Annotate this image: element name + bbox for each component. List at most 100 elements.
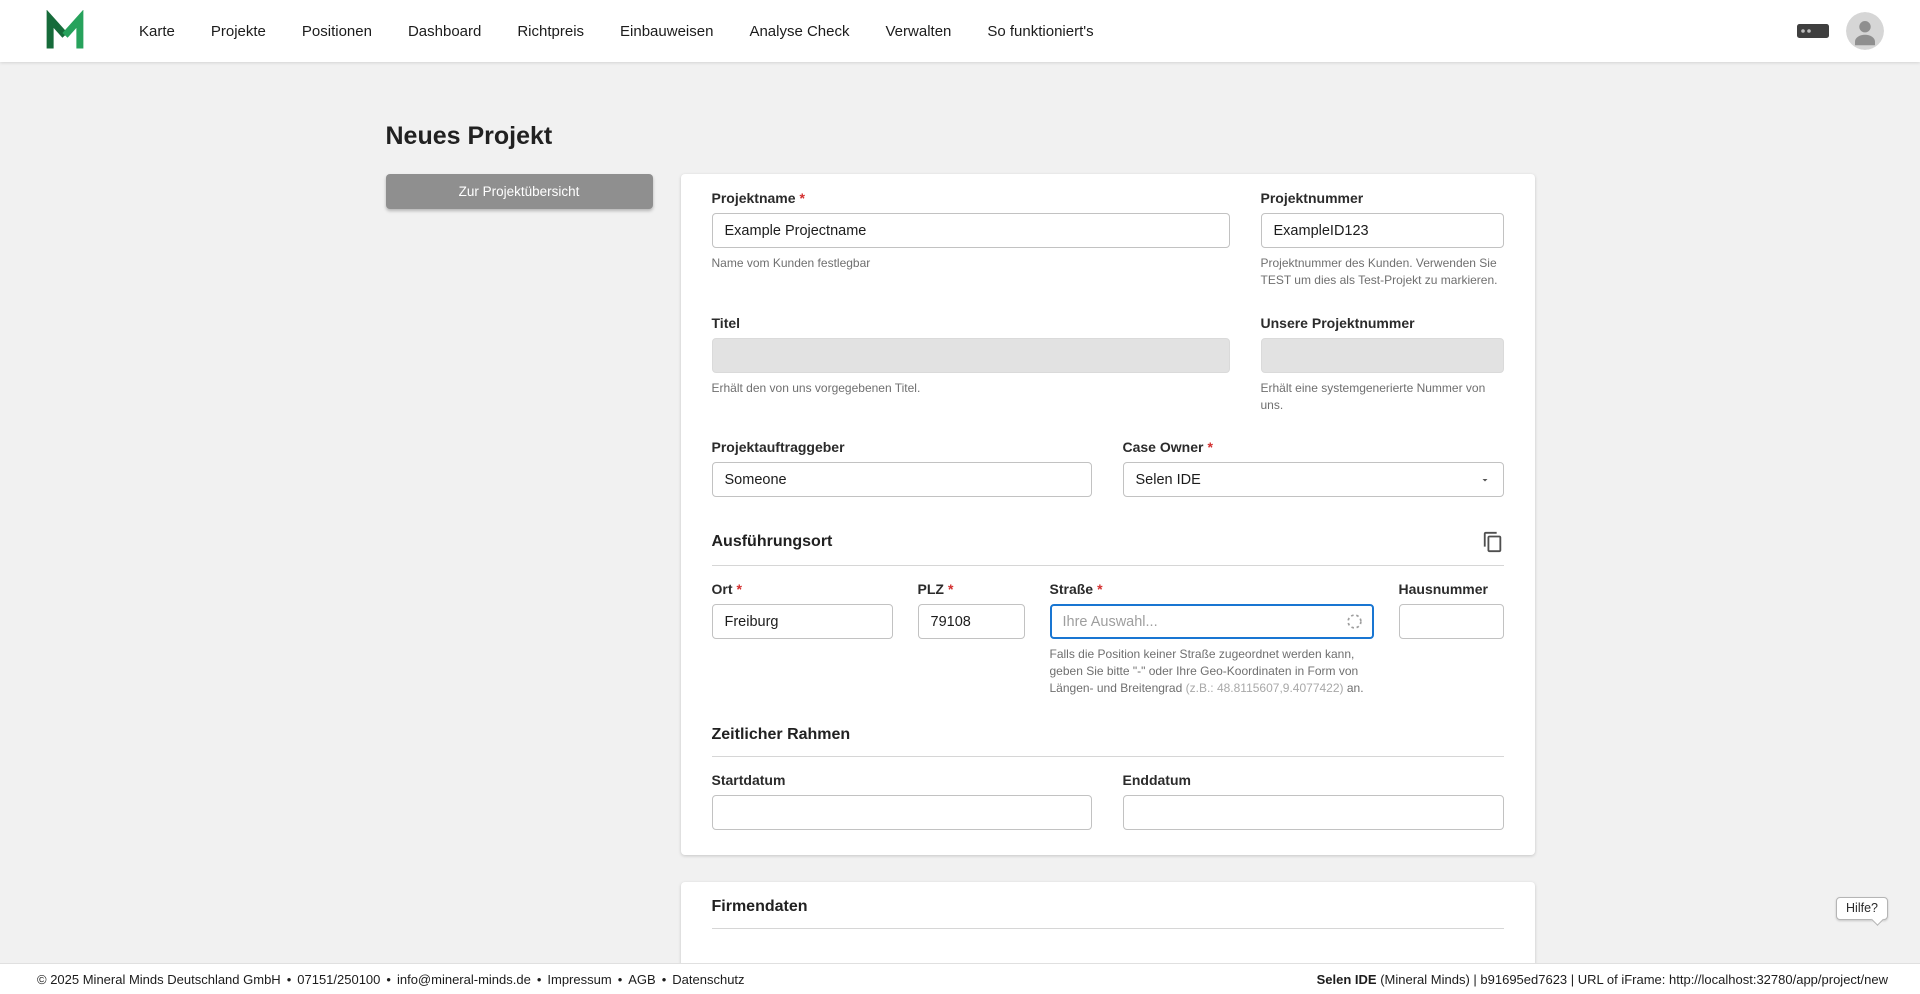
field-strasse: Straße* Falls die Position keiner Straße… [1050, 581, 1374, 697]
footer-separator: • [386, 972, 391, 987]
footer-left: © 2025 Mineral Minds Deutschland GmbH • … [37, 972, 745, 987]
projektname-helper: Name vom Kunden festlegbar [712, 255, 1230, 272]
titel-input [712, 338, 1230, 373]
section-ausfuehrungsort: Ausführungsort [712, 531, 1504, 553]
user-avatar[interactable] [1846, 12, 1884, 50]
field-case-owner: Case Owner* Selen IDE [1123, 439, 1504, 497]
field-projektname: Projektname* Name vom Kunden festlegbar [712, 190, 1230, 289]
footer-separator: • [618, 972, 623, 987]
footer-link-email[interactable]: info@mineral-minds.de [397, 972, 531, 987]
field-plz: PLZ* [918, 581, 1025, 697]
section-zeitlicher-rahmen-title: Zeitlicher Rahmen [712, 726, 851, 744]
strasse-input[interactable] [1050, 604, 1374, 639]
field-hausnummer: Hausnummer [1399, 581, 1504, 697]
plz-label: PLZ* [918, 581, 1025, 598]
unsere-projektnummer-label: Unsere Projektnummer [1261, 315, 1504, 332]
footer-session-details: (Mineral Minds) | b91695ed7623 | URL of … [1377, 972, 1888, 987]
nav-item-einbauweisen[interactable]: Einbauweisen [620, 23, 713, 40]
section-ausfuehrungsort-title: Ausführungsort [712, 533, 833, 551]
field-titel: Titel Erhält den von uns vorgegebenen Ti… [712, 315, 1230, 414]
field-startdatum: Startdatum [712, 772, 1092, 830]
field-unsere-projektnummer: Unsere Projektnummer Erhält eine systemg… [1261, 315, 1504, 414]
section-zeitlicher-rahmen: Zeitlicher Rahmen [712, 726, 1504, 744]
strasse-helper: Falls die Position keiner Straße zugeord… [1050, 646, 1374, 697]
nav-item-dashboard[interactable]: Dashboard [408, 23, 481, 40]
footer-user-name: Selen IDE [1317, 972, 1377, 987]
footer-session-info: Selen IDE (Mineral Minds) | b91695ed7623… [1317, 972, 1888, 987]
help-button[interactable]: Hilfe? [1836, 897, 1888, 920]
titel-helper: Erhält den von uns vorgegebenen Titel. [712, 380, 1230, 397]
nav-item-analyse-check[interactable]: Analyse Check [749, 23, 849, 40]
firmendaten-card: Firmendaten [681, 882, 1535, 963]
projektnummer-label: Projektnummer [1261, 190, 1504, 207]
person-icon [1846, 12, 1884, 50]
nav-item-projekte[interactable]: Projekte [211, 23, 266, 40]
footer-link-phone[interactable]: 07151/250100 [297, 972, 380, 987]
unsere-projektnummer-helper: Erhält eine systemgenerierte Nummer von … [1261, 380, 1504, 414]
unsere-projektnummer-input [1261, 338, 1504, 373]
projektname-input[interactable] [712, 213, 1230, 248]
case-owner-label: Case Owner* [1123, 439, 1504, 456]
main-area: Neues Projekt Zur Projektübersicht Proje… [0, 62, 1920, 963]
server-icon[interactable] [1796, 21, 1830, 41]
logo-icon [44, 10, 86, 52]
projektnummer-input[interactable] [1261, 213, 1504, 248]
main-nav: Karte Projekte Positionen Dashboard Rich… [139, 23, 1094, 40]
hausnummer-input[interactable] [1399, 604, 1504, 639]
enddatum-input[interactable] [1123, 795, 1504, 830]
footer-link-agb[interactable]: AGB [628, 972, 655, 987]
footer: © 2025 Mineral Minds Deutschland GmbH • … [0, 963, 1920, 994]
startdatum-label: Startdatum [712, 772, 1092, 789]
required-asterisk: * [737, 581, 742, 597]
footer-separator: • [287, 972, 292, 987]
nav-item-so-funktionierts[interactable]: So funktioniert's [987, 23, 1093, 40]
mineral-minds-logo[interactable] [44, 10, 86, 52]
ort-input[interactable] [712, 604, 893, 639]
field-ort: Ort* [712, 581, 893, 697]
nav-item-positionen[interactable]: Positionen [302, 23, 372, 40]
strasse-helper-example: (z.B.: 48.8115607,9.4077422) [1186, 681, 1344, 695]
ort-label: Ort* [712, 581, 893, 598]
section-firmendaten-title: Firmendaten [712, 898, 808, 916]
zur-projektuebersicht-button[interactable]: Zur Projektübersicht [386, 174, 653, 209]
required-asterisk: * [800, 190, 805, 206]
navbar-right [1796, 12, 1884, 50]
titel-label: Titel [712, 315, 1230, 332]
field-enddatum: Enddatum [1123, 772, 1504, 830]
case-owner-select[interactable]: Selen IDE [1123, 462, 1504, 497]
startdatum-input[interactable] [712, 795, 1092, 830]
footer-link-datenschutz[interactable]: Datenschutz [672, 972, 744, 987]
plz-input[interactable] [918, 604, 1025, 639]
required-asterisk: * [1207, 439, 1212, 455]
divider [712, 756, 1504, 757]
projektnummer-helper: Projektnummer des Kunden. Verwenden Sie … [1261, 255, 1504, 289]
loading-spinner-icon [1346, 613, 1363, 630]
nav-item-verwalten[interactable]: Verwalten [886, 23, 952, 40]
field-projektnummer: Projektnummer Projektnummer des Kunden. … [1261, 190, 1504, 289]
left-column: Zur Projektübersicht [386, 174, 653, 209]
projektname-label: Projektname* [712, 190, 1230, 207]
hausnummer-label: Hausnummer [1399, 581, 1504, 598]
footer-separator: • [537, 972, 542, 987]
field-projektauftraggeber: Projektauftraggeber [712, 439, 1092, 497]
case-owner-value: Selen IDE [1136, 472, 1201, 488]
page-title: Neues Projekt [386, 122, 1535, 151]
copy-icon[interactable] [1482, 531, 1504, 553]
copyright-text: © 2025 Mineral Minds Deutschland GmbH [37, 972, 281, 987]
section-firmendaten: Firmendaten [712, 898, 1504, 916]
footer-link-impressum[interactable]: Impressum [547, 972, 611, 987]
required-asterisk: * [1097, 581, 1102, 597]
nav-item-richtpreis[interactable]: Richtpreis [517, 23, 584, 40]
divider [712, 565, 1504, 566]
top-navbar: Karte Projekte Positionen Dashboard Rich… [0, 0, 1920, 62]
divider [712, 928, 1504, 929]
projektauftraggeber-label: Projektauftraggeber [712, 439, 1092, 456]
chevron-down-icon [1479, 474, 1491, 486]
nav-item-karte[interactable]: Karte [139, 23, 175, 40]
project-form-card: Projektname* Name vom Kunden festlegbar … [681, 174, 1535, 855]
enddatum-label: Enddatum [1123, 772, 1504, 789]
strasse-label: Straße* [1050, 581, 1374, 598]
projektauftraggeber-input[interactable] [712, 462, 1092, 497]
required-asterisk: * [948, 581, 953, 597]
footer-separator: • [662, 972, 667, 987]
